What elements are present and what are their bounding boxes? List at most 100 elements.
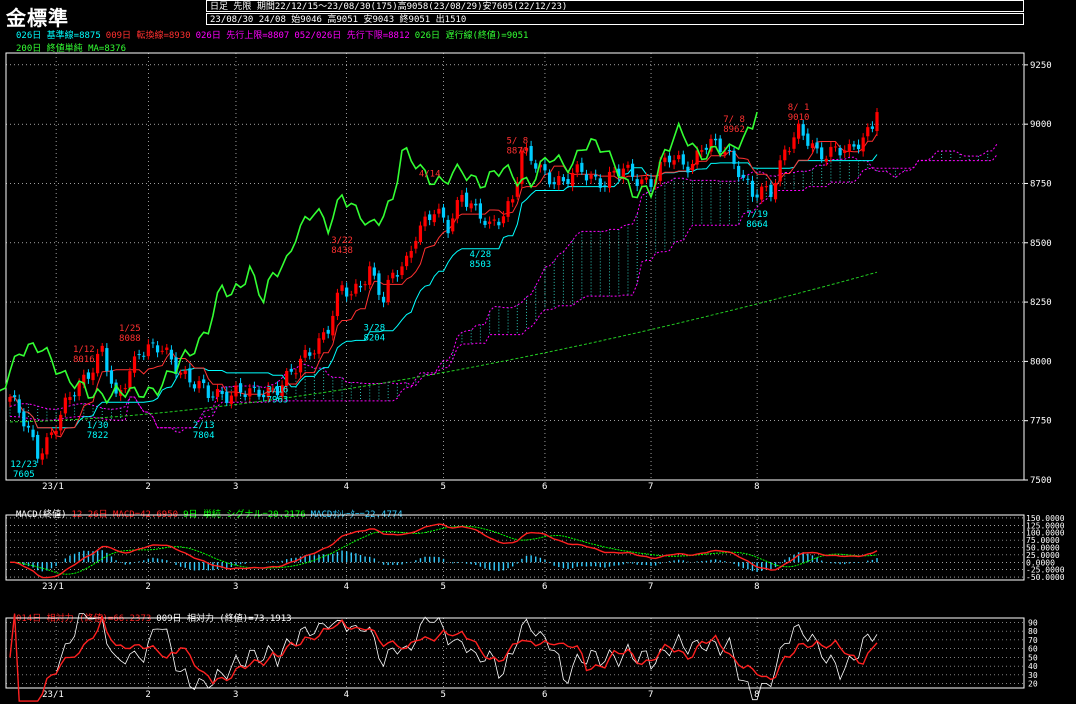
x-tick-label: 4 [344, 690, 349, 700]
candle-body [54, 430, 58, 435]
candle-body [861, 137, 865, 152]
x-tick-label: 7 [648, 482, 653, 492]
candle-body [497, 221, 501, 226]
candle-body [257, 389, 261, 397]
candle-body [603, 185, 607, 187]
candle-body [386, 279, 390, 303]
candle-body [395, 275, 399, 277]
candle-body [26, 425, 31, 428]
candle-body [446, 219, 450, 234]
candle-body [17, 399, 21, 413]
candle-body [488, 221, 492, 224]
y-tick-label-price: 9250 [1030, 61, 1052, 71]
candle-body [580, 162, 584, 172]
candle-body [377, 273, 381, 295]
candle-body [464, 192, 469, 207]
candle-body [511, 199, 515, 203]
annotation-price: 9010 [788, 113, 810, 123]
candle-body [308, 352, 312, 356]
candle-body [630, 163, 635, 177]
candle-body [806, 133, 810, 146]
chart-window: 金標準 日足 先限 期間22/12/15～23/08/30(175)高9058(… [0, 0, 1076, 704]
candle-body [612, 170, 616, 173]
candle-body [704, 147, 708, 150]
annotation-date: 12/23 [10, 460, 37, 470]
candle-body [123, 388, 127, 390]
candle-body [285, 370, 289, 386]
candle-body [773, 183, 778, 200]
candle-body [105, 348, 109, 372]
candle-body [211, 396, 215, 398]
candle-body [566, 178, 570, 184]
candle-body [405, 255, 409, 267]
x-tick-label: 8 [754, 482, 759, 492]
annotation-date: 1/25 [119, 324, 141, 334]
x-tick-label: 4 [344, 582, 349, 592]
panel-frame-main [5, 52, 1025, 481]
candle-body [552, 182, 556, 185]
annotation-date: 4/28 [470, 250, 492, 260]
candle-body [792, 137, 796, 149]
candle-body [866, 127, 870, 137]
candle-body [414, 240, 418, 249]
x-tick-label: 3 [233, 482, 238, 492]
senkou-span-a-line [9, 143, 998, 433]
candle-body [298, 358, 303, 373]
candle-body [77, 382, 81, 397]
candle-body [810, 143, 815, 149]
x-tick-label: 5 [441, 582, 446, 592]
candle-body [326, 329, 330, 334]
ma200-line [9, 271, 878, 423]
x-tick-label: 2 [145, 582, 150, 592]
candle-body [331, 315, 335, 336]
candle-body [820, 147, 824, 160]
candle-body [317, 338, 321, 354]
candle-body [760, 186, 764, 200]
candle-body [197, 381, 201, 389]
candle-body [358, 285, 363, 288]
y-tick-label-rsi: 80 [1028, 627, 1038, 636]
candle-body [72, 395, 77, 397]
candle-body [755, 194, 759, 198]
candle-body [644, 177, 649, 180]
candle-body [400, 266, 404, 276]
candle-body [598, 178, 602, 188]
chart-canvas[interactable]: 75007750800082508500875090009250-50.0000… [0, 0, 1076, 704]
candle-body [672, 160, 676, 165]
candle-body [91, 372, 95, 381]
candle-body [801, 124, 805, 136]
candle-body [137, 354, 141, 356]
candle-body [303, 350, 307, 358]
candle-body [667, 155, 672, 163]
candle-body [428, 214, 432, 221]
candle-body [663, 157, 667, 163]
candle-body [321, 332, 326, 340]
y-tick-label-price: 8750 [1030, 179, 1052, 189]
x-tick-label: 4 [344, 482, 349, 492]
annotation-date: 2/13 [193, 421, 215, 431]
annotation-date: 8/ 1 [788, 103, 810, 113]
x-tick-label: 7 [648, 690, 653, 700]
candle-body [340, 285, 344, 291]
candle-body [36, 434, 40, 459]
x-tick-label: 8 [754, 582, 759, 592]
candle-body [441, 207, 446, 218]
candle-body [783, 149, 787, 161]
candle-body [856, 144, 861, 150]
candle-body [681, 154, 685, 165]
candle-body [727, 150, 732, 152]
candle-body [534, 163, 538, 169]
candle-body [649, 179, 653, 187]
candle-body [547, 172, 552, 185]
candle-body [262, 394, 266, 398]
annotation-price: 7804 [193, 431, 215, 441]
candle-body [109, 370, 114, 384]
annotation-price: 8016 [73, 355, 95, 365]
candle-body [155, 345, 160, 353]
candle-body [165, 347, 169, 351]
x-tick-label: 6 [542, 582, 547, 592]
candle-body [391, 272, 395, 279]
annotation-price: 8088 [119, 334, 141, 344]
candle-body [543, 164, 547, 171]
candle-body [432, 214, 436, 223]
